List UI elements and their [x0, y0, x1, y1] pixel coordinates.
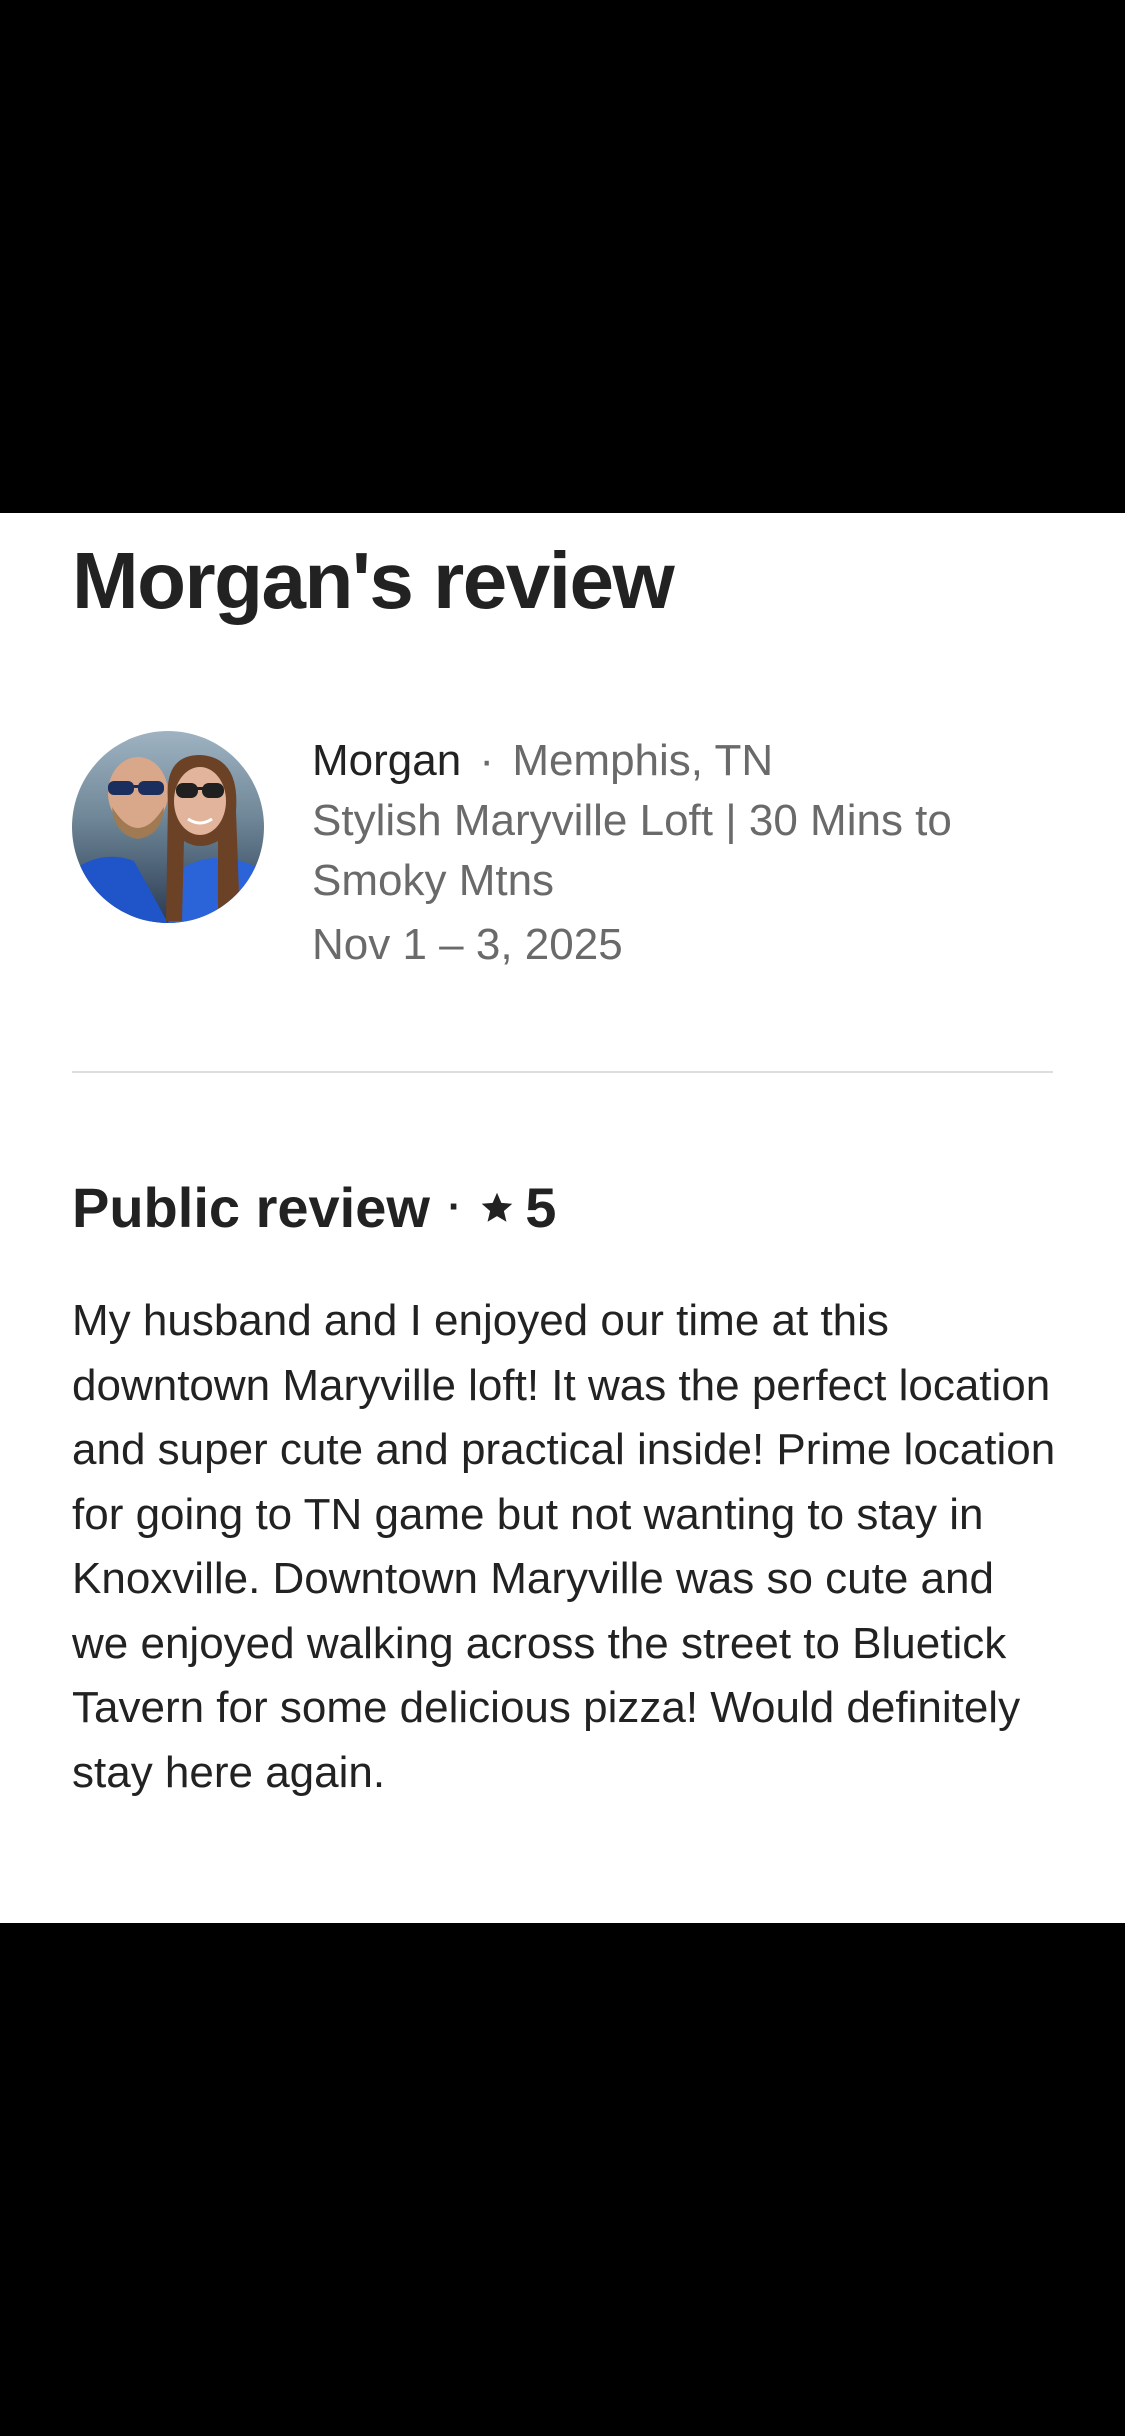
page-title: Morgan's review: [72, 536, 675, 625]
section-divider: [72, 1071, 1053, 1073]
stay-dates: Nov 1 – 3, 2025: [312, 920, 623, 969]
listing-title: Stylish Maryville Loft | 30 Mins to Smok…: [312, 796, 952, 905]
public-review-label: Public review: [72, 1176, 430, 1239]
meta-separator: ·: [479, 736, 495, 785]
reviewer-name-line: Morgan · Memphis, TN: [312, 731, 1072, 791]
review-text: My husband and I enjoyed our time at thi…: [72, 1296, 1056, 1797]
rating-value: 5: [525, 1176, 557, 1239]
public-review-heading: Public review · 5: [72, 1175, 556, 1240]
couple-photo-avatar-icon: [72, 731, 264, 923]
bottom-black-area: [0, 1923, 1125, 2436]
star-icon: [481, 1192, 513, 1222]
reviewer-location: Memphis, TN: [512, 736, 774, 785]
reviewer-name[interactable]: Morgan: [312, 736, 461, 785]
reviewer-avatar[interactable]: [72, 731, 264, 923]
rating-separator: ·: [447, 1185, 462, 1229]
review-sheet: Morgan's review Morgan · Memphis, TN Sty…: [0, 513, 1125, 1923]
top-black-area: [0, 0, 1125, 513]
reviewer-meta: Morgan · Memphis, TN Stylish Maryville L…: [312, 731, 1072, 975]
